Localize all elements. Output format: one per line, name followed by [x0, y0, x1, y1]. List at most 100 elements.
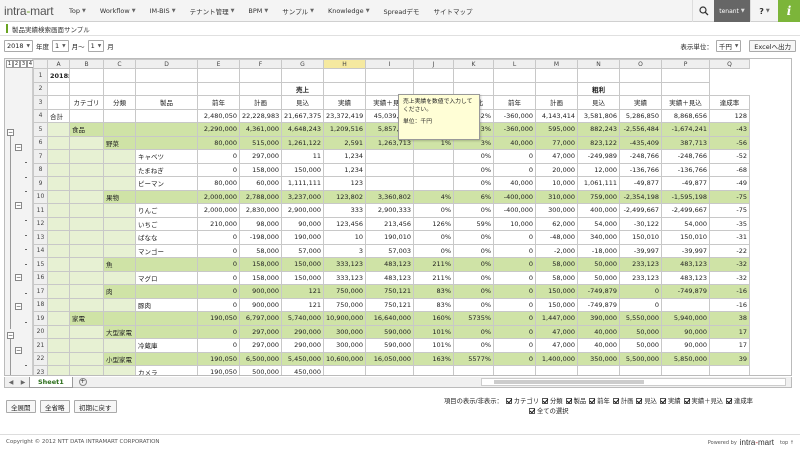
grid-cell[interactable]: 158,000 — [239, 257, 282, 272]
grid-cell[interactable]: 合計 — [47, 108, 70, 123]
next-sheet-icon[interactable]: ▶ — [17, 379, 29, 386]
row-header[interactable]: 11 — [33, 203, 48, 218]
grid-cell[interactable]: 2,788,000 — [239, 189, 282, 204]
grid-cell[interactable]: 食品 — [69, 122, 104, 137]
grid-cell[interactable]: 150,000 — [535, 284, 578, 299]
grid-cell[interactable]: マグロ — [135, 270, 198, 285]
grid-cell[interactable] — [135, 351, 198, 366]
grid-cell[interactable]: 101% — [413, 324, 454, 339]
grid-cell[interactable]: 6,797,000 — [239, 311, 282, 326]
row-header[interactable]: 6 — [33, 135, 48, 150]
scrollbar-thumb[interactable] — [494, 380, 644, 384]
grid-cell[interactable]: 750,121 — [365, 297, 414, 312]
grid-cell[interactable] — [103, 270, 136, 285]
grid-cell[interactable]: 150,010 — [661, 230, 710, 245]
grid-cell[interactable]: 0 — [493, 284, 536, 299]
row-header[interactable]: 2 — [33, 81, 48, 96]
grid-cell[interactable]: 0 — [493, 162, 536, 177]
grid-cell[interactable]: 10,900,000 — [323, 311, 366, 326]
grid-cell[interactable]: 483,123 — [365, 257, 414, 272]
row-header[interactable]: 18 — [33, 297, 48, 312]
grid-cell[interactable]: 5,940,000 — [661, 311, 710, 326]
grid-cell[interactable] — [453, 365, 494, 375]
grid-cell[interactable]: 6,500,000 — [239, 351, 282, 366]
grid-cell[interactable]: 750,121 — [365, 284, 414, 299]
grid-cell[interactable]: -248,766 — [619, 149, 662, 164]
collapse-group-icon[interactable]: − — [7, 332, 14, 339]
grid-cell[interactable]: 823,122 — [577, 135, 620, 150]
grid-cell[interactable] — [661, 81, 710, 96]
grid-cell[interactable] — [661, 365, 710, 375]
grid-cell[interactable]: 0 — [619, 284, 662, 299]
grid-cell[interactable]: 4,648,243 — [281, 122, 324, 137]
grid-cell[interactable] — [47, 81, 70, 96]
outline-level-button[interactable]: 3 — [20, 60, 27, 68]
column-header[interactable]: C — [103, 59, 136, 69]
column-header[interactable]: P — [661, 59, 710, 69]
grid-cell[interactable] — [135, 122, 198, 137]
grid-cell[interactable] — [47, 324, 70, 339]
grid-cell[interactable] — [103, 216, 136, 231]
grid-cell[interactable]: 0 — [493, 149, 536, 164]
menu-item[interactable]: Workflow ▼ — [93, 0, 143, 22]
brand-icon[interactable]: i — [778, 0, 800, 22]
grid-cell[interactable] — [47, 338, 70, 353]
column-toggle-checkbox[interactable]: 製品 — [563, 398, 586, 405]
checkbox-icon[interactable] — [505, 398, 512, 404]
column-toggle-checkbox[interactable]: 前年 — [586, 398, 610, 405]
column-toggle-checkbox[interactable]: 実績 — [657, 398, 681, 405]
grid-cell[interactable]: 23,372,419 — [323, 108, 366, 123]
grid-cell[interactable] — [413, 68, 454, 83]
grid-cell[interactable]: -22 — [709, 243, 750, 258]
column-header[interactable]: L — [493, 59, 536, 69]
grid-cell[interactable]: カテゴリ — [69, 95, 104, 110]
grid-cell[interactable]: 0% — [413, 243, 454, 258]
grid-cell[interactable]: りんご — [135, 203, 198, 218]
grid-cell[interactable] — [493, 68, 536, 83]
grid-cell[interactable]: 実績 — [619, 95, 662, 110]
grid-cell[interactable]: -360,000 — [493, 108, 536, 123]
grid-cell[interactable]: -49,877 — [619, 176, 662, 191]
grid-cell[interactable] — [413, 176, 454, 191]
grid-corner[interactable] — [33, 59, 48, 69]
reset-button[interactable]: 初期に戻す — [74, 400, 117, 413]
grid-cell[interactable]: 190,050 — [197, 311, 240, 326]
column-toggle-checkbox[interactable]: 計画 — [610, 398, 633, 405]
grid-cell[interactable] — [69, 81, 104, 96]
grid-cell[interactable]: 300,000 — [323, 338, 366, 353]
grid-cell[interactable]: 190,050 — [197, 365, 240, 375]
grid-cell[interactable]: たまねぎ — [135, 162, 198, 177]
grid-cell[interactable]: 211% — [413, 257, 454, 272]
month-from-select[interactable]: 1 ▼ — [52, 40, 69, 52]
grid-cell[interactable]: 魚 — [103, 257, 136, 272]
grid-cell[interactable] — [365, 176, 414, 191]
grid-cell[interactable]: 10,600,000 — [323, 351, 366, 366]
outline-level-button[interactable]: 2 — [13, 60, 20, 68]
grid-cell[interactable]: 3,360,802 — [365, 189, 414, 204]
checkbox-icon[interactable] — [612, 398, 619, 404]
grid-cell[interactable]: -43 — [709, 122, 750, 137]
checkbox-icon[interactable] — [565, 398, 572, 404]
grid-cell[interactable]: -52 — [709, 149, 750, 164]
row-header[interactable]: 4 — [33, 108, 48, 123]
grid-cell[interactable]: 483,123 — [661, 270, 710, 285]
grid-cell[interactable] — [69, 351, 104, 366]
grid-cell[interactable]: 6% — [453, 189, 494, 204]
grid-cell[interactable]: 190,010 — [365, 230, 414, 245]
grid-cell[interactable] — [69, 284, 104, 299]
row-header[interactable]: 5 — [33, 122, 48, 137]
grid-cell[interactable]: 233,123 — [619, 257, 662, 272]
grid-cell[interactable]: 126% — [413, 216, 454, 231]
grid-cell[interactable] — [103, 149, 136, 164]
grid-cell[interactable] — [69, 338, 104, 353]
tenant-menu[interactable]: tenant ▼ — [714, 0, 750, 22]
collapse-group-icon[interactable]: − — [15, 201, 22, 209]
grid-cell[interactable] — [69, 203, 104, 218]
grid-cell[interactable]: -749,879 — [661, 284, 710, 299]
grid-cell[interactable]: -2,354,198 — [619, 189, 662, 204]
grid-cell[interactable]: 1,061,111 — [577, 176, 620, 191]
prev-sheet-icon[interactable]: ◀ — [5, 379, 17, 386]
row-header[interactable]: 23 — [33, 365, 48, 375]
grid-cell[interactable]: 340,000 — [577, 230, 620, 245]
grid-cell[interactable]: -32 — [709, 270, 750, 285]
